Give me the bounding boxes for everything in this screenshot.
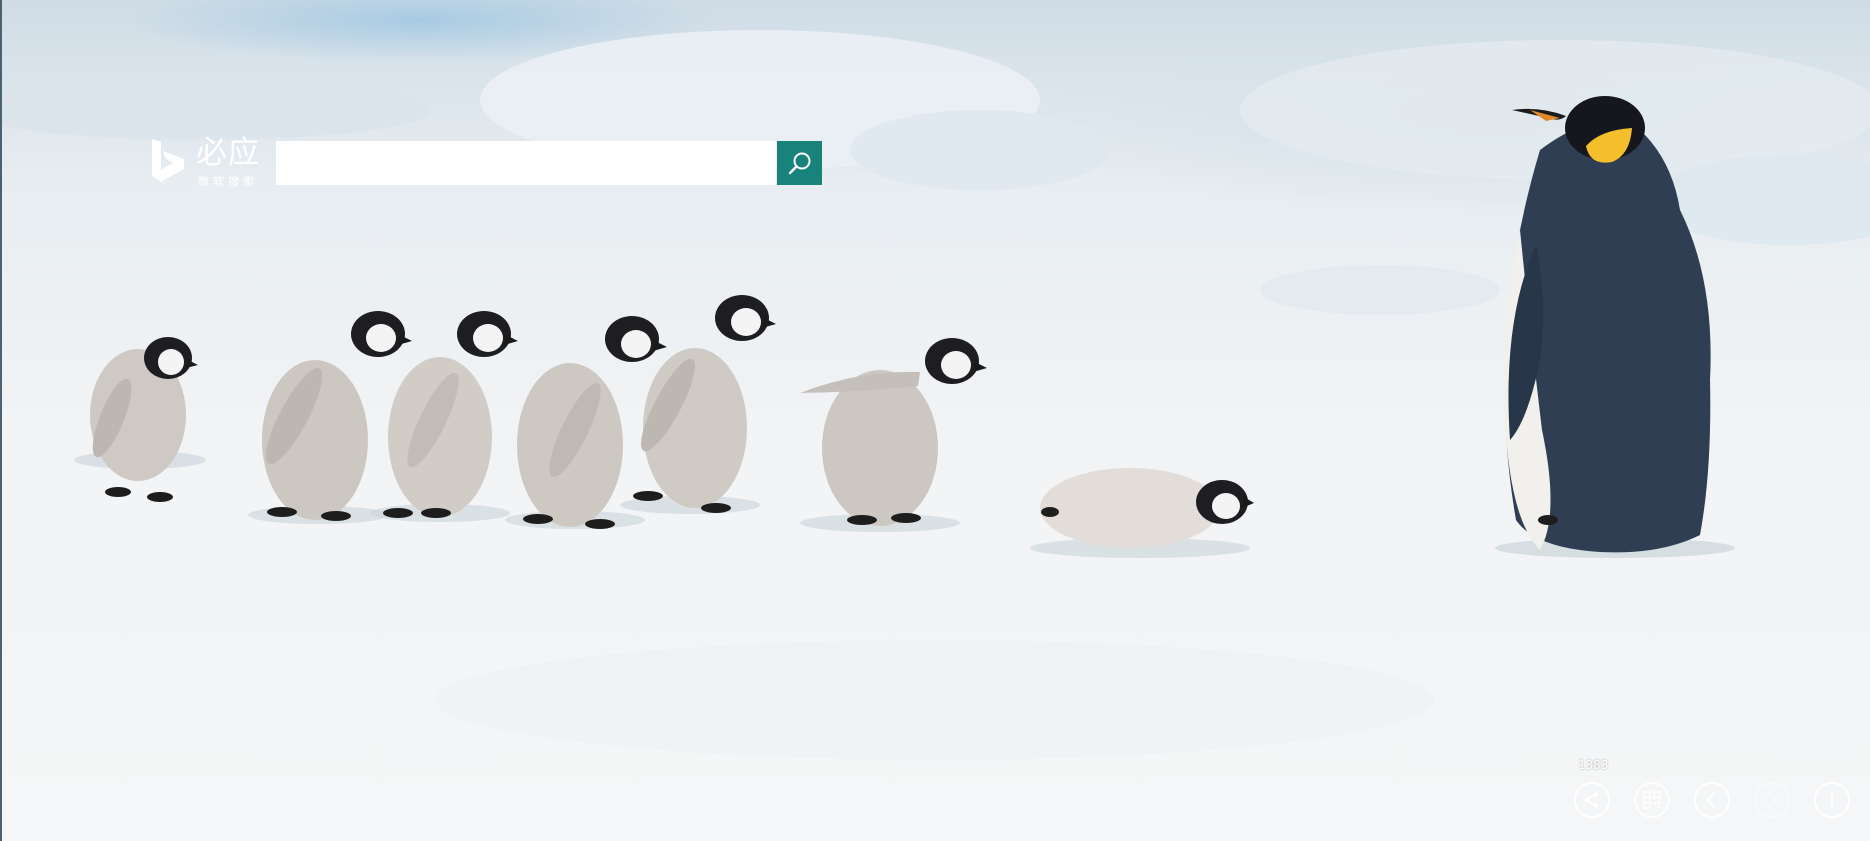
search-input[interactable] <box>276 141 776 185</box>
share-button[interactable] <box>1574 782 1610 818</box>
bing-logo-icon <box>152 139 184 182</box>
info-icon <box>1830 792 1834 808</box>
background-photo <box>0 0 1870 841</box>
qr-code-icon <box>1643 791 1661 809</box>
page-counter: 1383 <box>1578 758 1609 772</box>
search-button[interactable] <box>777 141 822 185</box>
window-edge <box>0 0 2 841</box>
share-icon <box>1584 792 1599 808</box>
bing-logo[interactable]: 必应 微软搜索 <box>148 135 262 193</box>
previous-image-button[interactable] <box>1694 782 1730 818</box>
next-image-button[interactable] <box>1754 782 1790 818</box>
brand-name: 必应 <box>196 135 260 171</box>
chevron-left-icon <box>1706 792 1715 808</box>
brand-subtitle: 微软搜索 <box>198 175 258 188</box>
info-button[interactable] <box>1814 782 1850 818</box>
qr-code-button[interactable] <box>1634 782 1670 818</box>
penguin-scene-image <box>0 30 1870 760</box>
chevron-right-icon <box>1769 792 1778 808</box>
search-icon <box>788 152 810 175</box>
